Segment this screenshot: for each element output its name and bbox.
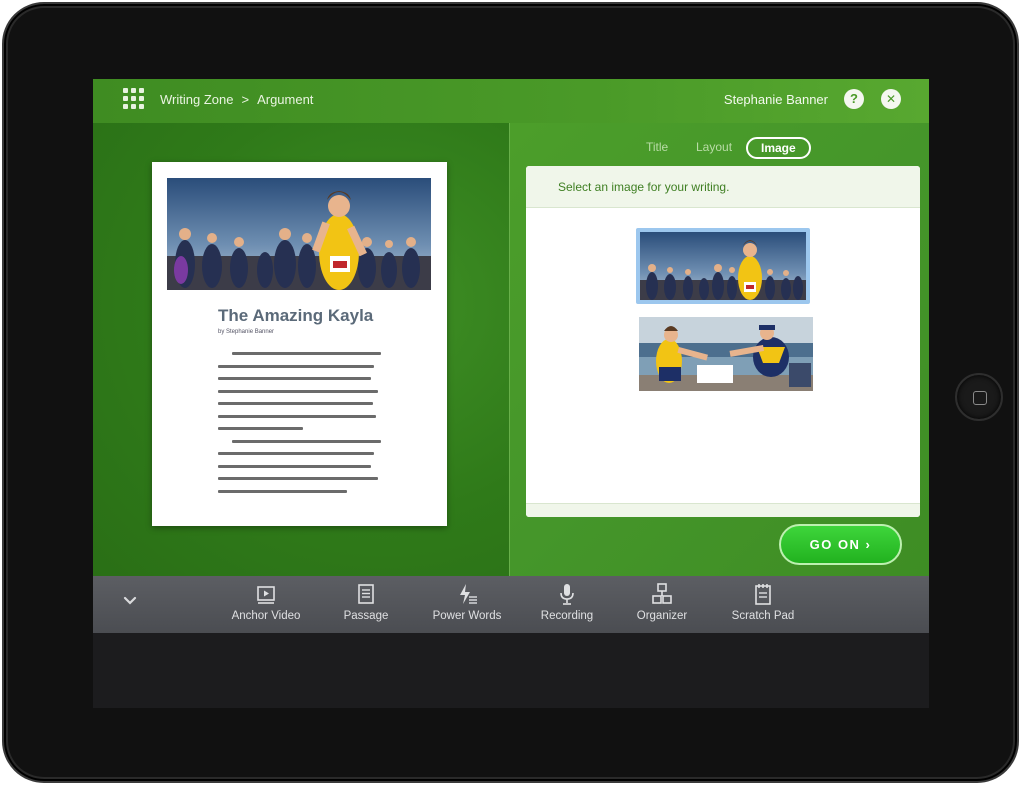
help-icon[interactable]: ?: [844, 89, 864, 109]
image-picker-header: Select an image for your writing.: [526, 166, 920, 208]
document-body-text: [218, 352, 388, 502]
organizer-icon: [651, 583, 673, 605]
app-screen: Writing Zone > Argument Stephanie Banner…: [93, 79, 929, 708]
toolbar-passage[interactable]: Passage: [333, 583, 399, 622]
document-page: The Amazing Kayla by Stephanie Banner: [152, 162, 447, 526]
go-on-button[interactable]: GO ON ›: [779, 524, 902, 565]
lower-empty-area: [93, 633, 929, 708]
toolbar-label: Power Words: [432, 610, 502, 622]
tab-title[interactable]: Title: [646, 140, 668, 154]
home-square-icon: [973, 391, 987, 405]
toolbar-label: Organizer: [636, 610, 688, 622]
home-button[interactable]: [955, 373, 1003, 421]
microphone-icon: [556, 583, 578, 605]
options-panel: Title Layout Image Select an image for y…: [509, 123, 929, 576]
grid-menu-icon[interactable]: [123, 88, 145, 110]
document-preview-panel: The Amazing Kayla by Stephanie Banner: [93, 123, 509, 576]
tab-layout[interactable]: Layout: [696, 140, 732, 154]
close-icon[interactable]: ✕: [881, 89, 901, 109]
chevron-down-icon[interactable]: [123, 594, 137, 608]
toolbar-power-words[interactable]: Power Words: [423, 583, 511, 622]
image-picker-footer: [526, 503, 920, 517]
toolbar-scratch-pad[interactable]: Scratch Pad: [723, 583, 803, 622]
toolbar-label: Anchor Video: [231, 610, 301, 622]
document-title: The Amazing Kayla: [218, 306, 374, 325]
runners-photo: [167, 178, 431, 290]
toolbar-label: Scratch Pad: [731, 610, 795, 622]
bottom-toolbar: Anchor Video Passage Power Words Recordi…: [93, 576, 929, 633]
toolbar-anchor-video[interactable]: Anchor Video: [223, 583, 309, 622]
document-byline: by Stephanie Banner: [218, 329, 275, 335]
top-bar: Writing Zone > Argument Stephanie Banner…: [93, 79, 929, 123]
tab-image[interactable]: Image: [746, 137, 811, 159]
breadcrumb-separator: >: [241, 92, 250, 107]
toolbar-organizer[interactable]: Organizer: [626, 583, 698, 622]
tab-bar: Title Layout Image: [510, 137, 929, 159]
toolbar-label: Passage: [343, 610, 389, 622]
breadcrumb-argument[interactable]: Argument: [257, 92, 313, 107]
video-icon: [255, 583, 277, 605]
image-option-runner-coach[interactable]: [639, 317, 813, 391]
image-option-runners[interactable]: [636, 228, 810, 304]
notepad-icon: [752, 583, 774, 605]
lightning-icon: [456, 583, 478, 605]
toolbar-recording[interactable]: Recording: [531, 583, 603, 622]
breadcrumb: Writing Zone > Argument: [160, 92, 313, 107]
document-icon: [355, 583, 377, 605]
image-instruction: Select an image for your writing.: [558, 180, 730, 194]
toolbar-label: Recording: [540, 610, 594, 622]
breadcrumb-writing-zone[interactable]: Writing Zone: [160, 92, 233, 107]
image-picker-card: Select an image for your writing.: [526, 166, 920, 517]
user-name: Stephanie Banner: [723, 92, 828, 107]
